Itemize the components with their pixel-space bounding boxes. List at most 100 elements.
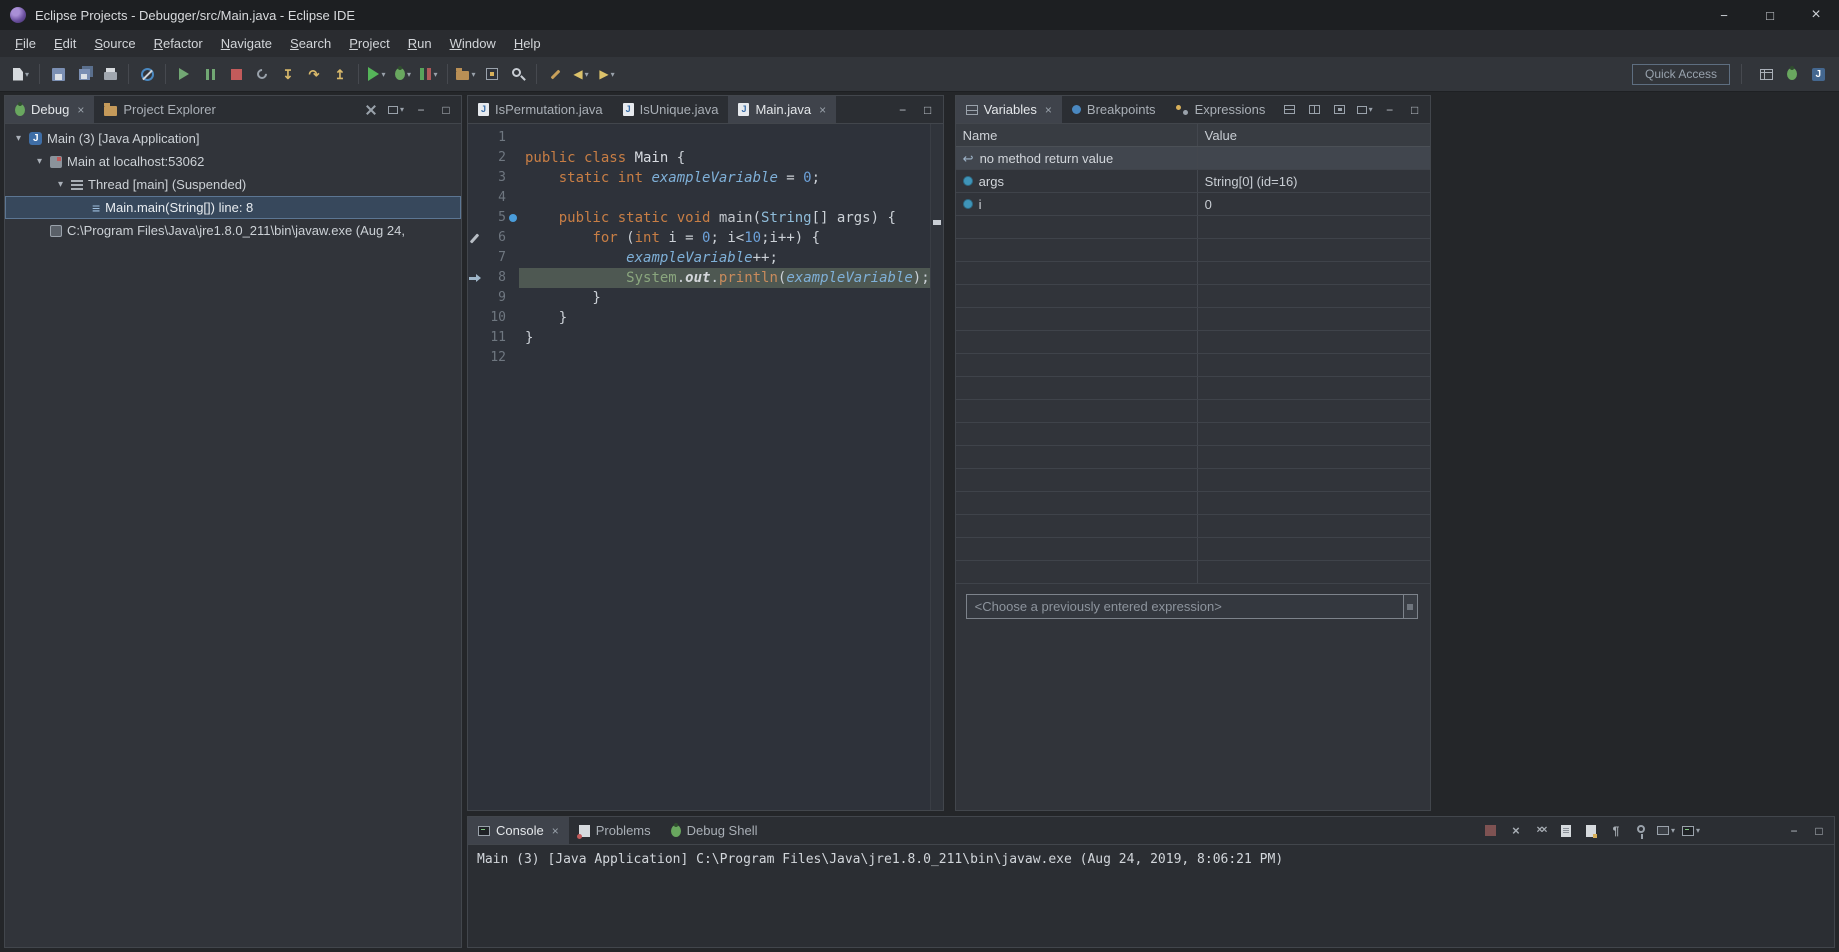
annotation-gutter[interactable] bbox=[468, 128, 482, 148]
marker-gutter[interactable] bbox=[506, 348, 519, 368]
line-number[interactable]: 8 bbox=[482, 268, 506, 288]
code-line-4[interactable]: 4 bbox=[468, 188, 930, 208]
line-number[interactable]: 7 bbox=[482, 248, 506, 268]
close-tab-icon[interactable]: × bbox=[1045, 103, 1052, 117]
expand-icon[interactable]: ▾ bbox=[34, 156, 45, 167]
open-perspective-button[interactable] bbox=[1753, 62, 1779, 87]
column-header-value[interactable]: Value bbox=[1198, 124, 1430, 146]
breakpoint-icon[interactable] bbox=[509, 214, 517, 222]
variable-row-i[interactable]: i0 bbox=[955, 193, 1430, 216]
debug-tab-project-explorer[interactable]: Project Explorer bbox=[94, 96, 225, 123]
code-line-2[interactable]: 2 public class Main { bbox=[468, 148, 930, 168]
line-number[interactable]: 5 bbox=[482, 208, 506, 228]
disconnect-button[interactable] bbox=[249, 62, 275, 87]
resume-button[interactable] bbox=[171, 62, 197, 87]
editor-tab-main-java[interactable]: Main.java × bbox=[728, 96, 837, 123]
show-logical-structures-button[interactable] bbox=[1306, 100, 1324, 120]
minimize-panel-button[interactable] bbox=[412, 101, 430, 119]
remove-launch-button[interactable]: × bbox=[1507, 821, 1525, 841]
tree-item-c-program-files-java-jre1-8-0-[interactable]: C:\Program Files\Java\jre1.8.0_211\bin\j… bbox=[5, 219, 461, 242]
view-menu-button[interactable]: ▾ bbox=[387, 100, 405, 120]
menu-file[interactable]: File bbox=[6, 32, 45, 55]
save-button[interactable] bbox=[45, 62, 71, 87]
expand-icon[interactable]: ▾ bbox=[13, 133, 24, 144]
code-line-10[interactable]: 10 } bbox=[468, 308, 930, 328]
marker-gutter[interactable] bbox=[506, 208, 519, 228]
variables-detail-pane[interactable] bbox=[956, 619, 1430, 810]
line-number[interactable]: 6 bbox=[482, 228, 506, 248]
code-line-11[interactable]: 11} bbox=[468, 328, 930, 348]
line-number[interactable]: 11 bbox=[482, 328, 506, 348]
line-number[interactable]: 4 bbox=[482, 188, 506, 208]
close-tab-icon[interactable]: × bbox=[77, 103, 84, 117]
variables-tab-breakpoints[interactable]: Breakpoints bbox=[1062, 96, 1166, 123]
annotation-gutter[interactable] bbox=[468, 148, 482, 168]
annotation-gutter[interactable] bbox=[468, 348, 482, 368]
code-line-7[interactable]: 7 exampleVariable++; bbox=[468, 248, 930, 268]
expression-input[interactable]: <Choose a previously entered expression> bbox=[965, 594, 1404, 619]
minimize-panel-button[interactable] bbox=[1381, 101, 1399, 119]
menu-search[interactable]: Search bbox=[281, 32, 340, 55]
line-number[interactable]: 3 bbox=[482, 168, 506, 188]
code-line-3[interactable]: 3 static int exampleVariable = 0; bbox=[468, 168, 930, 188]
console-tab-debug-shell[interactable]: Debug Shell bbox=[661, 817, 768, 844]
annotation-gutter[interactable] bbox=[468, 228, 482, 248]
annotation-gutter[interactable] bbox=[468, 268, 482, 288]
menu-refactor[interactable]: Refactor bbox=[145, 32, 212, 55]
new-java-project-button[interactable]: ▾ bbox=[453, 62, 479, 87]
menu-navigate[interactable]: Navigate bbox=[212, 32, 281, 55]
marker-gutter[interactable] bbox=[506, 288, 519, 308]
open-type-button[interactable] bbox=[479, 62, 505, 87]
minimize-panel-button[interactable] bbox=[894, 101, 912, 119]
annotation-gutter[interactable] bbox=[468, 308, 482, 328]
marker-gutter[interactable] bbox=[506, 168, 519, 188]
maximize-panel-button[interactable] bbox=[1810, 822, 1828, 840]
display-selected-console-button[interactable]: ▾ bbox=[1656, 821, 1675, 841]
last-edit-location-button[interactable] bbox=[542, 62, 568, 87]
run-button[interactable]: ▾ bbox=[364, 62, 390, 87]
marker-gutter[interactable] bbox=[506, 308, 519, 328]
scroll-lock-button[interactable] bbox=[1582, 821, 1600, 841]
tree-item-main-3-java-application[interactable]: ▾ Main (3) [Java Application] bbox=[5, 127, 461, 150]
console-tab-problems[interactable]: Problems bbox=[569, 817, 661, 844]
editor-area[interactable]: 1 2 public class Main {3 static int exampl… bbox=[468, 124, 943, 810]
marker-gutter[interactable] bbox=[506, 128, 519, 148]
coverage-button[interactable]: ▾ bbox=[416, 62, 442, 87]
word-wrap-button[interactable]: ¶ bbox=[1607, 821, 1625, 841]
editor-tab-isunique-java[interactable]: IsUnique.java bbox=[613, 96, 729, 123]
suspend-button[interactable] bbox=[197, 62, 223, 87]
line-number[interactable]: 12 bbox=[482, 348, 506, 368]
terminate-console-button[interactable] bbox=[1482, 821, 1500, 841]
annotation-gutter[interactable] bbox=[468, 188, 482, 208]
variables-tab-variables[interactable]: Variables × bbox=[955, 96, 1062, 123]
expression-scrollbar[interactable] bbox=[1403, 594, 1418, 619]
expand-icon[interactable]: ▾ bbox=[55, 179, 66, 190]
quick-access-box[interactable]: Quick Access bbox=[1632, 63, 1730, 85]
close-tab-icon[interactable]: × bbox=[819, 103, 826, 117]
menu-source[interactable]: Source bbox=[85, 32, 144, 55]
remove-all-launches-button[interactable]: ×× bbox=[1532, 821, 1550, 841]
marker-gutter[interactable] bbox=[506, 228, 519, 248]
code-line-9[interactable]: 9 } bbox=[468, 288, 930, 308]
skip-breakpoints-button[interactable] bbox=[134, 62, 160, 87]
clear-console-button[interactable] bbox=[1557, 821, 1575, 841]
search-button[interactable] bbox=[505, 62, 531, 87]
marker-gutter[interactable] bbox=[506, 328, 519, 348]
debug-tab-debug[interactable]: Debug × bbox=[5, 96, 95, 123]
line-number[interactable]: 2 bbox=[482, 148, 506, 168]
tree-item-main-at-localhost-53062[interactable]: ▾ Main at localhost:53062 bbox=[5, 150, 461, 173]
annotation-gutter[interactable] bbox=[468, 288, 482, 308]
marker-gutter[interactable] bbox=[506, 148, 519, 168]
debug-button[interactable]: ▾ bbox=[390, 62, 416, 87]
open-console-button[interactable]: ▾ bbox=[1681, 821, 1700, 841]
annotation-gutter[interactable] bbox=[468, 208, 482, 228]
step-over-button[interactable]: ↷ bbox=[301, 62, 327, 87]
menu-project[interactable]: Project bbox=[340, 32, 398, 55]
menu-edit[interactable]: Edit bbox=[45, 32, 85, 55]
marker-gutter[interactable] bbox=[506, 188, 519, 208]
minimize-window-button[interactable] bbox=[1701, 0, 1747, 30]
forward-button[interactable]: ▶ ▾ bbox=[594, 62, 620, 87]
menu-run[interactable]: Run bbox=[399, 32, 441, 55]
line-number[interactable]: 10 bbox=[482, 308, 506, 328]
pin-console-button[interactable] bbox=[1632, 821, 1650, 841]
